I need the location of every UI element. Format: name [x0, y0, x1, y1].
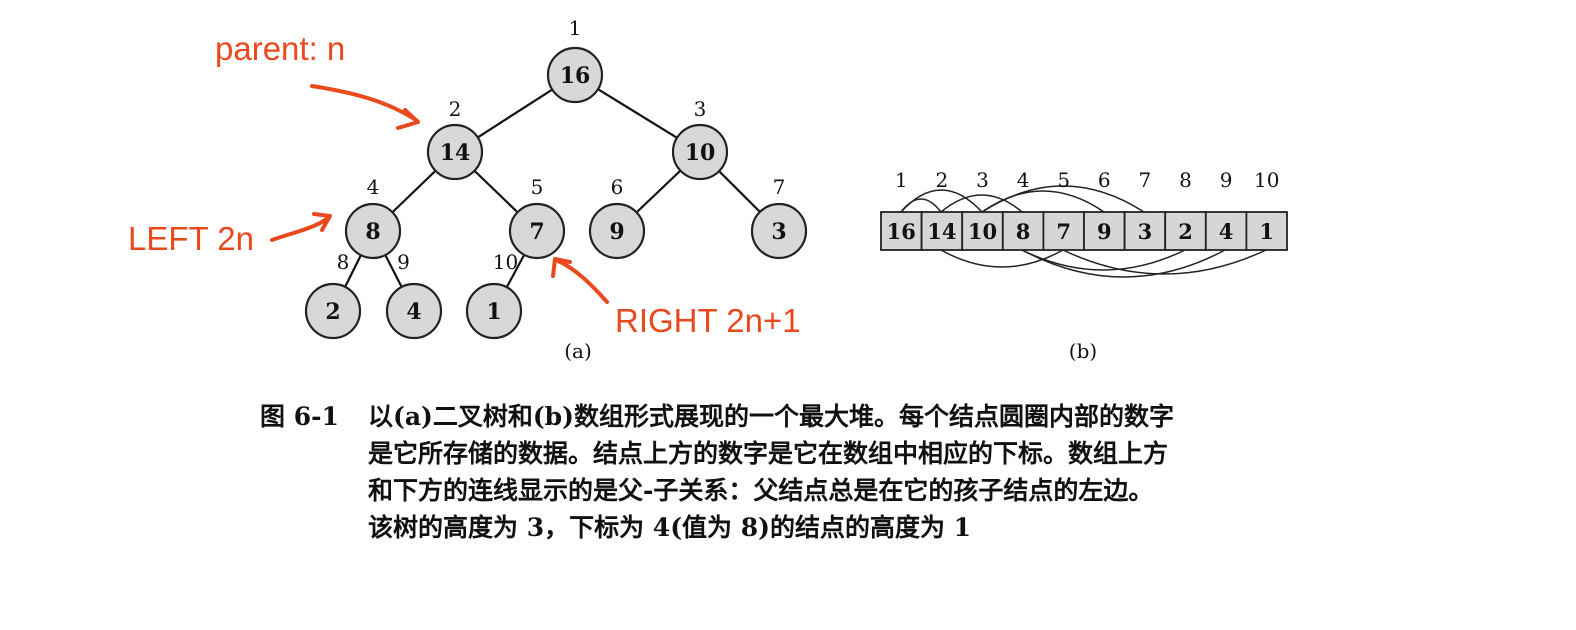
arc-4-9: [1021, 249, 1226, 278]
arc-1-3: [900, 189, 983, 213]
array-cell: 49: [1204, 168, 1248, 251]
array-index: 10: [1254, 168, 1279, 192]
tree-node: 28: [304, 250, 362, 340]
parent-annotation: parent: n: [215, 30, 345, 67]
array-cell-value: 8: [1016, 219, 1031, 244]
right-annotation: RIGHT 2n+1: [615, 302, 801, 339]
array-cell-value: 7: [1056, 219, 1071, 244]
array-index: 4: [1017, 168, 1030, 192]
array-cell: 37: [1123, 168, 1167, 251]
tree-node: 10 3: [671, 97, 729, 181]
array-cell: 75: [1042, 168, 1085, 251]
node-value: 8: [365, 219, 380, 245]
tree-edge: [597, 88, 678, 139]
figure-caption: 图 6-1 以(a)二叉树和(b)数组形式展现的一个最大堆。每个结点圆圈内部的数…: [260, 398, 1370, 546]
array-index: 7: [1139, 168, 1152, 192]
tree-edge: [718, 170, 761, 213]
array-cell-value: 16: [887, 219, 916, 244]
node-value: 14: [440, 140, 471, 166]
tree-edge: [473, 169, 519, 214]
tree-node: 49: [385, 250, 443, 340]
tree-node: 75: [508, 175, 566, 260]
tree-node: 1 10: [465, 250, 523, 340]
node-index: 1: [569, 16, 582, 40]
array-index: 3: [976, 168, 989, 192]
caption-line: 是它所存储的数据。结点上方的数字是它在数组中相应的下标。数组上方: [368, 439, 1169, 468]
tree-node: 96: [588, 175, 646, 260]
node-index: 4: [367, 175, 380, 199]
tree-node: 84: [344, 175, 402, 260]
tree-edge: [635, 169, 682, 214]
left-annotation: LEFT 2n: [128, 220, 254, 257]
array-diagram: 161142103847596372849110: [880, 168, 1288, 278]
array-cell: 14 2: [920, 168, 964, 251]
node-index: 6: [611, 175, 624, 199]
array-cell-value: 4: [1219, 219, 1234, 244]
tree-edge: [391, 169, 437, 214]
node-value: 7: [529, 219, 544, 245]
binary-tree-diagram: 161142103847596372849110: [304, 16, 808, 340]
tree-node: 14 2: [426, 97, 484, 181]
node-index: 9: [397, 250, 410, 274]
array-index: 5: [1057, 168, 1070, 192]
array-cell: 1 10: [1245, 168, 1288, 251]
array-index: 8: [1179, 168, 1192, 192]
tree-node: 16 1: [546, 16, 604, 104]
array-index: 6: [1098, 168, 1111, 192]
node-value: 10: [685, 140, 716, 166]
node-index: 5: [531, 175, 544, 199]
caption-id: 图 6-1: [260, 402, 339, 431]
node-value: 4: [406, 299, 421, 325]
array-index: 2: [936, 168, 949, 192]
tree-node: 37: [750, 175, 808, 260]
node-value: 9: [609, 219, 624, 245]
array-index: 1: [895, 168, 908, 192]
right-arrow-icon: [554, 258, 609, 304]
array-index: 9: [1220, 168, 1233, 192]
caption-line: 该树的高度为 3，下标为 4(值为 8)的结点的高度为 1: [368, 513, 972, 542]
array-cell: 28: [1164, 168, 1207, 251]
node-value: 1: [486, 299, 501, 325]
array-cell: 16 1: [880, 168, 923, 251]
left-arrow-icon: [270, 216, 330, 242]
node-value: 3: [771, 219, 786, 245]
parent-arrow-icon: [310, 84, 418, 122]
array-cell: 10 3: [961, 168, 1004, 251]
arc-2-5: [940, 249, 1064, 268]
array-cell-value: 14: [927, 219, 956, 244]
node-index: 8: [337, 250, 350, 274]
array-cell-value: 9: [1097, 219, 1112, 244]
tree-edge: [477, 88, 553, 139]
heap-figure: 161142103847596372849110 161142103847596…: [128, 16, 1288, 363]
node-value: 16: [560, 63, 591, 89]
caption-line: 和下方的连线显示的是父-子关系：父结点总是在它的孩子结点的左边。: [368, 476, 1154, 505]
caption-body: 以(a)二叉树和(b)数组形式展现的一个最大堆。每个结点圆圈内部的数字 是它所存…: [368, 398, 1370, 546]
arc-4-8: [1021, 249, 1186, 271]
handwritten-annotations: parent: n LEFT 2n RIGHT 2n+1: [128, 30, 801, 339]
array-cell: 84: [1001, 168, 1045, 251]
node-index: 3: [694, 97, 707, 121]
node-index: 7: [773, 175, 786, 199]
array-cell-value: 2: [1178, 219, 1193, 244]
subfigure-label-b: (b): [1069, 339, 1097, 363]
array-cell-value: 1: [1259, 219, 1274, 244]
caption-line: 以(a)二叉树和(b)数组形式展现的一个最大堆。每个结点圆圈内部的数字: [368, 402, 1174, 431]
node-value: 2: [325, 299, 340, 325]
array-cell: 96: [1083, 168, 1126, 251]
node-index: 10: [493, 250, 518, 274]
node-index: 2: [449, 97, 462, 121]
array-cell-value: 3: [1138, 219, 1153, 244]
array-cell-value: 10: [968, 219, 997, 244]
subfigure-label-a: (a): [564, 339, 592, 363]
